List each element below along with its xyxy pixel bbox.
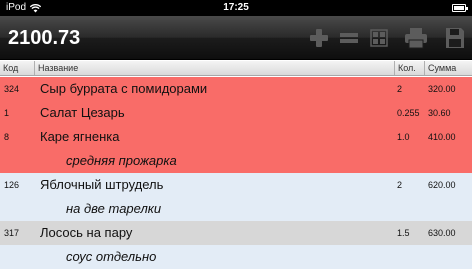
table-row[interactable]: 1 Салат Цезарь 0.255 30.60 — [0, 101, 472, 125]
item-sum: 630.00 — [428, 228, 456, 238]
battery-icon — [452, 4, 468, 12]
item-sum: 30.60 — [428, 108, 451, 118]
status-bar: iPod 17:25 — [0, 0, 472, 16]
toolbar: 2100.73 — [0, 16, 472, 60]
add-button[interactable] — [306, 26, 332, 50]
grid-icon — [370, 29, 388, 47]
table-row-selected[interactable]: 317 Лосось на пару 1.5 630.00 — [0, 221, 472, 245]
save-icon — [446, 28, 464, 48]
item-name: Сыр буррата с помидорами — [40, 81, 208, 96]
item-name: Яблочный штрудель — [40, 177, 164, 192]
item-code: 8 — [4, 132, 10, 142]
column-header-sum[interactable]: Сумма — [424, 61, 472, 75]
item-name: Каре ягненка — [40, 129, 120, 144]
column-header-code[interactable]: Код — [0, 61, 34, 75]
printer-icon — [405, 28, 427, 49]
item-code: 324 — [4, 84, 20, 94]
item-note-row[interactable]: средняя прожарка — [0, 149, 472, 173]
grid-button[interactable] — [366, 26, 392, 50]
list-icon — [340, 33, 358, 43]
item-sum: 320.00 — [428, 84, 456, 94]
item-code: 1 — [4, 108, 10, 118]
item-name: Лосось на пару — [40, 225, 133, 240]
item-qty: 0.255 — [397, 108, 420, 118]
item-code: 126 — [4, 180, 20, 190]
table-row[interactable]: 126 Яблочный штрудель 2 620.00 — [0, 173, 472, 197]
item-note: средняя прожарка — [66, 153, 177, 168]
save-button[interactable] — [442, 26, 468, 50]
column-header-qty[interactable]: Кол. — [394, 61, 424, 75]
item-qty: 2 — [397, 84, 403, 94]
table-row[interactable]: 324 Сыр буррата с помидорами 2 320.00 — [0, 77, 472, 101]
item-qty: 1.5 — [397, 228, 410, 238]
item-code: 317 — [4, 228, 20, 238]
plus-icon — [310, 29, 328, 47]
item-qty: 1.0 — [397, 132, 410, 142]
item-note-row[interactable]: соус отдельно — [0, 245, 472, 269]
item-note: соус отдельно — [66, 249, 157, 264]
item-sum: 620.00 — [428, 180, 456, 190]
order-total: 2100.73 — [8, 27, 81, 49]
status-time: 17:25 — [223, 2, 249, 13]
item-note: на две тарелки — [66, 201, 162, 216]
list-button[interactable] — [336, 26, 362, 50]
item-qty: 2 — [397, 180, 403, 190]
column-header-name[interactable]: Название — [34, 61, 394, 75]
print-button[interactable] — [403, 26, 429, 50]
item-sum: 410.00 — [428, 132, 456, 142]
item-name: Салат Цезарь — [40, 105, 125, 120]
table-header: Код Название Кол. Сумма — [0, 61, 472, 76]
order-list: 324 Сыр буррата с помидорами 2 320.00 1 … — [0, 77, 472, 269]
item-note-row[interactable]: на две тарелки — [0, 197, 472, 221]
table-row[interactable]: 8 Каре ягненка 1.0 410.00 — [0, 125, 472, 149]
